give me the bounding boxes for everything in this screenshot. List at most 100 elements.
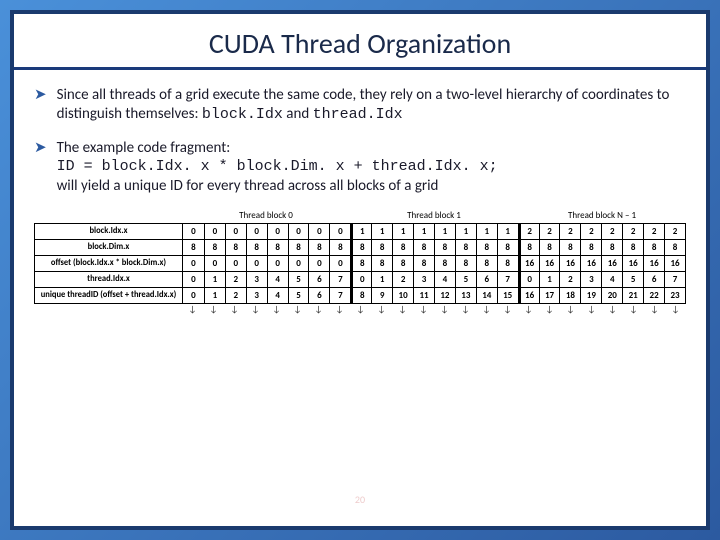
table-cell: 13 [455, 288, 476, 303]
table-cell: 7 [664, 272, 685, 287]
bullet-1-code1: block.Idx [202, 106, 283, 123]
table-cell: 5 [288, 272, 309, 287]
table-cell: 23 [664, 288, 685, 303]
table-cell: 8 [497, 240, 518, 255]
down-arrow-icon: ↓ [644, 304, 665, 315]
table-cell: 3 [413, 272, 434, 287]
down-arrow-icon: ↓ [245, 304, 266, 315]
table-cell: 8 [392, 256, 413, 271]
table-cell: 1 [204, 288, 225, 303]
table-cell: 0 [308, 256, 329, 271]
table-cell: 0 [225, 224, 246, 239]
table-cell: 2 [559, 224, 580, 239]
row-header: unique threadID (offset + thread.Idx.x) [35, 287, 183, 303]
bullet-2-code: ID = block.Idx. x * block.Dim. x + threa… [57, 158, 498, 175]
table-cell: 2 [539, 224, 560, 239]
table-cell: 8 [350, 240, 371, 255]
table-cell: 11 [413, 288, 434, 303]
table-cell: 6 [476, 272, 497, 287]
table-cell: 20 [601, 288, 622, 303]
table-cell: 0 [246, 224, 267, 239]
table-cell: 8 [204, 240, 225, 255]
table-cell: 8 [601, 240, 622, 255]
table-cell: 14 [476, 288, 497, 303]
table-cell: 0 [267, 256, 288, 271]
bullet-2-pre: The example code fragment: [57, 139, 231, 157]
down-arrow-icon: ↓ [434, 304, 455, 315]
table-cell: 3 [246, 272, 267, 287]
table-cell: 8 [622, 240, 643, 255]
table-cell: 19 [580, 288, 601, 303]
down-arrow-icon: ↓ [560, 304, 581, 315]
table-cell: 8 [476, 240, 497, 255]
block-label-0: Thread block 0 [182, 210, 350, 223]
table-cell: 2 [601, 224, 622, 239]
table-cell: 12 [434, 288, 455, 303]
table-cell: 8 [518, 240, 539, 255]
bullet-arrow-icon: ➤ [34, 86, 47, 125]
table-cell: 16 [518, 256, 539, 271]
table-cell: 2 [559, 272, 580, 287]
table-cell: 8 [413, 240, 434, 255]
table-cell: 1 [455, 224, 476, 239]
table-cell: 10 [392, 288, 413, 303]
table-cell: 16 [559, 256, 580, 271]
table-cell: 5 [622, 272, 643, 287]
table-cell: 16 [664, 256, 685, 271]
table-cell: 16 [518, 288, 539, 303]
table-cell: 4 [434, 272, 455, 287]
table-cell: 1 [371, 272, 392, 287]
table-cell: 0 [204, 224, 225, 239]
table-cell: 1 [434, 224, 455, 239]
table-cell: 8 [350, 256, 371, 271]
table-cell: 3 [580, 272, 601, 287]
down-arrow-icon: ↓ [518, 304, 539, 315]
table-cell: 8 [246, 240, 267, 255]
block-label-2: Thread block N – 1 [518, 210, 686, 223]
down-arrow-icon: ↓ [266, 304, 287, 315]
table-cell: 0 [329, 224, 350, 239]
table-cell: 6 [643, 272, 664, 287]
table-cell: 7 [329, 272, 350, 287]
table-cell: 18 [559, 288, 580, 303]
table-cell: 8 [434, 240, 455, 255]
table-cell: 0 [204, 256, 225, 271]
table-cell: 6 [308, 288, 329, 303]
table-cell: 1 [539, 272, 560, 287]
table-cell: 8 [267, 240, 288, 255]
table-cell: 8 [664, 240, 685, 255]
down-arrow-icon: ↓ [623, 304, 644, 315]
down-arrow-icon: ↓ [665, 304, 686, 315]
bullet-1-mid: and [286, 105, 312, 123]
table-cell: 2 [643, 224, 664, 239]
bullet-2-post: will yield a unique ID for every thread … [57, 177, 439, 195]
table-cell: 22 [643, 288, 664, 303]
table-cell: 8 [308, 240, 329, 255]
table-cell: 0 [183, 224, 204, 239]
table-cell: 16 [622, 256, 643, 271]
table-cell: 8 [559, 240, 580, 255]
table-cell: 8 [288, 240, 309, 255]
down-arrow-icon: ↓ [392, 304, 413, 315]
table-cell: 8 [434, 256, 455, 271]
table-cell: 2 [225, 272, 246, 287]
table-cell: 8 [392, 240, 413, 255]
down-arrow-icon: ↓ [287, 304, 308, 315]
table-cell: 0 [225, 256, 246, 271]
table-cell: 1 [392, 224, 413, 239]
page-title: CUDA Thread Organization [34, 26, 686, 61]
table-cell: 16 [539, 256, 560, 271]
table-cell: 0 [329, 256, 350, 271]
thread-table: Thread block 0 Thread block 1 Thread blo… [34, 210, 686, 315]
table-cell: 8 [371, 240, 392, 255]
down-arrow-icon: ↓ [203, 304, 224, 315]
table-cell: 8 [497, 256, 518, 271]
table-cell: 8 [371, 256, 392, 271]
table-cell: 7 [497, 272, 518, 287]
table-cell: 8 [183, 240, 204, 255]
table-cell: 0 [183, 288, 204, 303]
down-arrow-icon: ↓ [224, 304, 245, 315]
bullet-arrow-icon: ➤ [34, 139, 47, 196]
table-cell: 21 [622, 288, 643, 303]
table-cell: 2 [622, 224, 643, 239]
